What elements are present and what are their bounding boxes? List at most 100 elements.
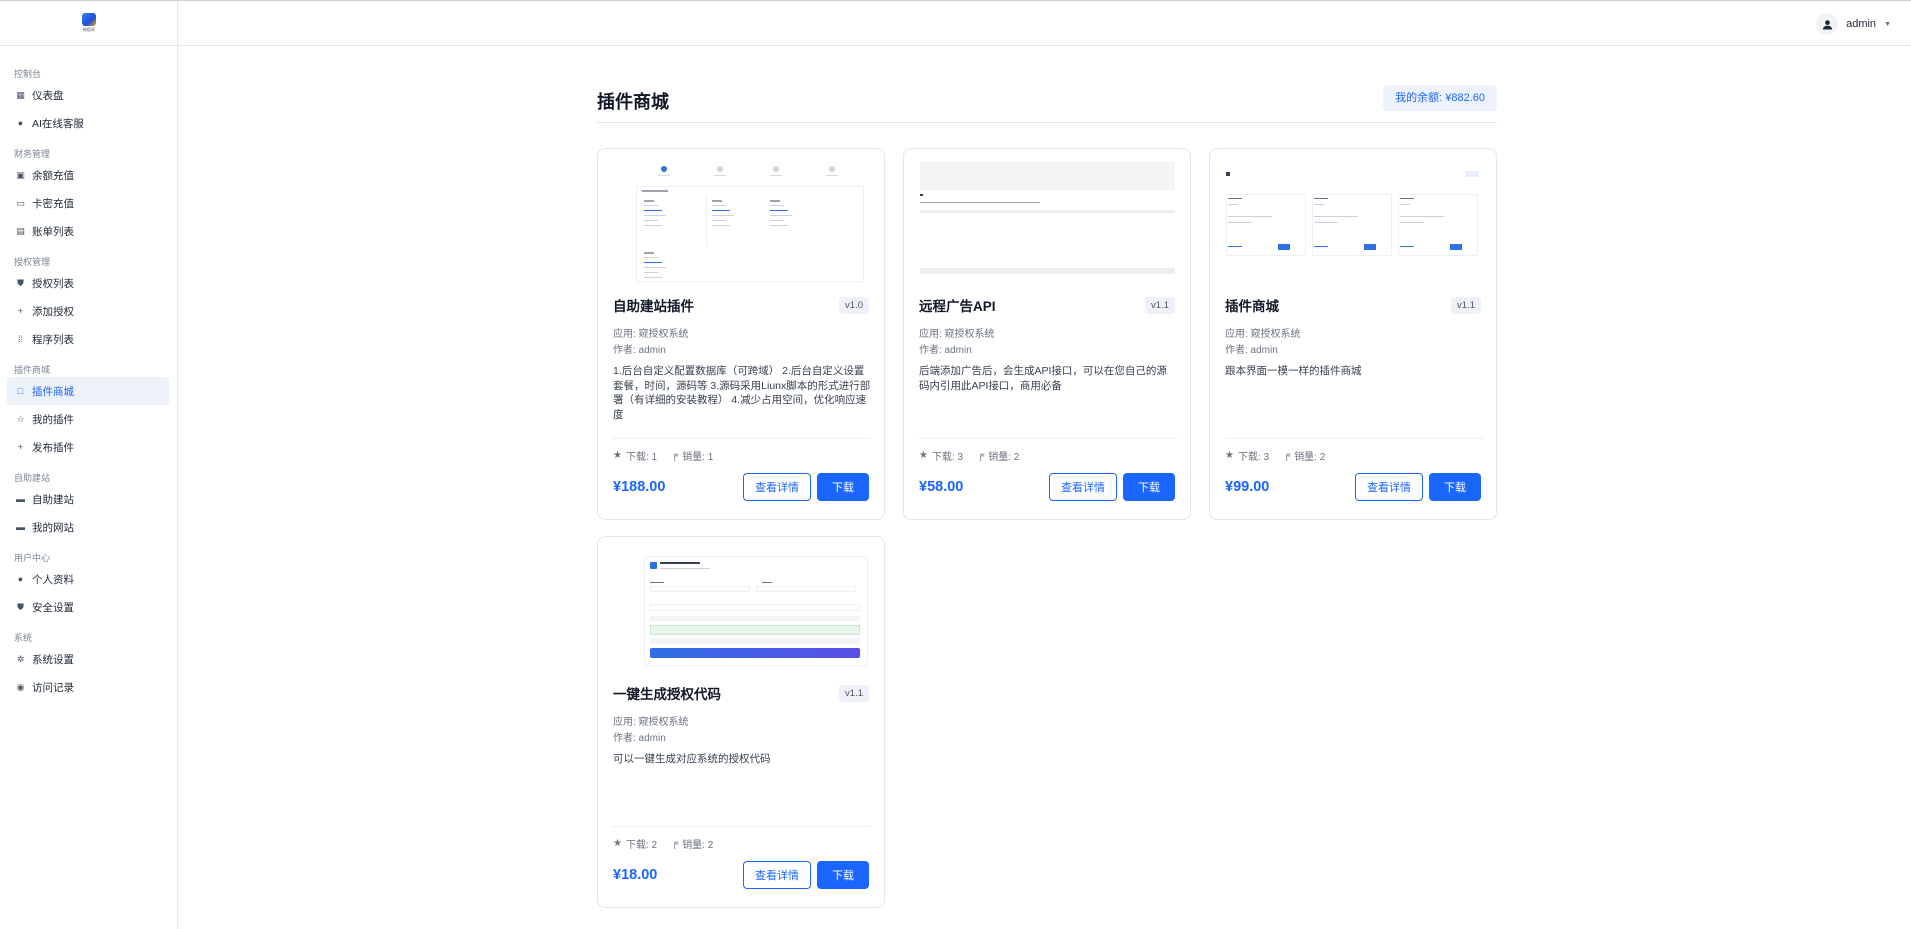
sidebar-item-label: 卡密充值: [32, 197, 74, 210]
download-button[interactable]: 下载: [817, 861, 869, 889]
plugin-app: 应用: 窥授权系统: [919, 329, 995, 340]
user-icon: ●: [17, 573, 24, 584]
eye-icon: ◉: [16, 681, 25, 692]
sidebar-item[interactable]: □ 插件商城: [7, 377, 169, 405]
downloads-count: 下载: 1: [625, 452, 658, 463]
folder-icon: ▬: [16, 521, 25, 532]
sidebar-item[interactable]: ▬ 我的网站: [7, 513, 169, 541]
sidebar-nav: 控制台 ▦ 仪表盘 ● AI在线客服 财务管理 ▣ 余额充值 ▭ 卡密充值 ▤ 账单列表 授权管理 ⛊ 授权…: [0, 46, 177, 701]
plugin-description: 后端添加广告后，会生成API接口，可以在您自己的源码内引用此API接口，商用必备: [919, 365, 1167, 392]
sidebar-item-label: 安全设置: [32, 601, 74, 614]
sidebar-item[interactable]: ◉ 访问记录: [7, 673, 169, 701]
nav-group-label: 用户中心: [14, 553, 51, 563]
sidebar-item[interactable]: ⁞⁞ 程序列表: [7, 325, 169, 353]
nav-group-label: 插件商城: [14, 365, 51, 375]
sidebar-item-label: 授权列表: [32, 277, 74, 290]
plugin-author: 作者: admin: [613, 345, 666, 356]
downloads-count: 下载: 3: [1237, 452, 1270, 463]
downloads-stat: ★ 下载: 3: [919, 448, 963, 463]
logo-text: 授权网: [82, 27, 95, 32]
sidebar-item[interactable]: ● 个人资料: [7, 565, 169, 593]
star-icon: ☆: [16, 413, 25, 424]
sales-stat: ╒ 销量: 1: [671, 448, 713, 463]
balance-badge: 我的余额: ¥882.60: [1383, 85, 1497, 111]
logo[interactable]: 授权网: [78, 12, 100, 34]
star-icon: ★: [1225, 450, 1234, 461]
sidebar-item-label: 仪表盘: [32, 89, 64, 102]
chart-icon: ╒: [671, 838, 679, 849]
plugin-name: 自助建站插件: [613, 299, 694, 314]
plugin-app: 应用: 窥授权系统: [613, 329, 689, 340]
plugin-name: 远程广告API: [919, 299, 996, 314]
plugin-price: ¥58.00: [919, 479, 964, 495]
plugin-card: 一键生成授权代码 v1.1 应用: 窥授权系统 作者: admin 可以一键生成对应系统…: [597, 536, 885, 908]
plugin-stats: ★ 下载: 1 ╒ 销量: 1: [613, 448, 727, 463]
top-header: admin ▼: [178, 1, 1911, 46]
plugin-description: 可以一键生成对应系统的授权代码: [613, 753, 771, 765]
sidebar-item[interactable]: ⛊ 安全设置: [7, 593, 169, 621]
view-details-button[interactable]: 查看详情: [743, 473, 811, 501]
plugin-author: 作者: admin: [1225, 345, 1278, 356]
card-icon: ▭: [16, 197, 25, 208]
plugin-price: ¥99.00: [1225, 479, 1270, 495]
plugin-author: 作者: admin: [613, 733, 666, 744]
sales-stat: ╒ 销量: 2: [977, 448, 1019, 463]
sidebar-item[interactable]: ▣ 余额充值: [7, 161, 169, 189]
plugin-app: 应用: 窥授权系统: [613, 717, 689, 728]
gear-icon: ✲: [16, 653, 25, 664]
sidebar-item-label: 访问记录: [32, 681, 74, 694]
download-button[interactable]: 下载: [817, 473, 869, 501]
sidebar-item[interactable]: ▤ 账单列表: [7, 217, 169, 245]
plugin-thumbnail: [614, 550, 869, 670]
sales-count: 销量: 2: [988, 452, 1020, 463]
avatar: [1816, 13, 1839, 35]
download-button[interactable]: 下载: [1429, 473, 1481, 501]
sidebar-item-label: AI在线客服: [32, 117, 84, 130]
sidebar-item[interactable]: ☆ 我的插件: [7, 405, 169, 433]
star-icon: ★: [613, 838, 622, 849]
sidebar: 授权网 控制台 ▦ 仪表盘 ● AI在线客服 财务管理 ▣ 余额充值 ▭ 卡密充值 ▤ 账单列表 授权管…: [0, 1, 178, 929]
version-badge: v1.1: [839, 685, 869, 702]
sales-count: 销量: 2: [682, 840, 714, 851]
main-content: 插件商城 我的余额: ¥882.60 自助建站插件 v1.0 应用: 窥授权系统 作者…: [597, 84, 1497, 908]
sidebar-item[interactable]: + 发布插件: [7, 433, 169, 461]
view-details-button[interactable]: 查看详情: [1049, 473, 1117, 501]
bag-icon: □: [17, 385, 24, 396]
view-details-button[interactable]: 查看详情: [1355, 473, 1423, 501]
chart-icon: ╒: [977, 450, 985, 461]
plugin-price: ¥18.00: [613, 867, 658, 883]
sales-count: 销量: 2: [1294, 452, 1326, 463]
page-header: 插件商城 我的余额: ¥882.60: [597, 84, 1497, 123]
sidebar-item-label: 我的网站: [32, 521, 74, 534]
sidebar-item-label: 添加授权: [32, 305, 74, 318]
sidebar-item-label: 个人资料: [32, 573, 74, 586]
plugin-stats: ★ 下载: 3 ╒ 销量: 2: [919, 448, 1033, 463]
downloads-stat: ★ 下载: 3: [1225, 448, 1269, 463]
sales-stat: ╒ 销量: 2: [671, 836, 713, 851]
sidebar-item-label: 自助建站: [32, 493, 74, 506]
robot-icon: ●: [17, 117, 24, 128]
user-menu[interactable]: admin ▼: [1816, 13, 1891, 35]
sidebar-item[interactable]: ▭ 卡密充值: [7, 189, 169, 217]
sales-count: 销量: 1: [682, 452, 714, 463]
nav-group-label: 控制台: [14, 69, 42, 79]
downloads-count: 下载: 2: [625, 840, 658, 851]
grid-icon: ⁞⁞: [17, 333, 23, 344]
sidebar-item[interactable]: + 添加授权: [7, 297, 169, 325]
version-badge: v1.1: [1145, 297, 1175, 314]
plugin-stats: ★ 下载: 3 ╒ 销量: 2: [1225, 448, 1339, 463]
sidebar-item[interactable]: ▬ 自助建站: [7, 485, 169, 513]
view-details-button[interactable]: 查看详情: [743, 861, 811, 889]
sidebar-item[interactable]: ● AI在线客服: [7, 109, 169, 137]
username: admin: [1846, 18, 1877, 30]
plugin-stats: ★ 下载: 2 ╒ 销量: 2: [613, 836, 727, 851]
sidebar-item-label: 插件商城: [32, 385, 74, 398]
sidebar-item[interactable]: ✲ 系统设置: [7, 645, 169, 673]
version-badge: v1.0: [839, 297, 869, 314]
logo-area: 授权网: [0, 1, 177, 46]
download-button[interactable]: 下载: [1123, 473, 1175, 501]
sidebar-item[interactable]: ⛊ 授权列表: [7, 269, 169, 297]
sidebar-item[interactable]: ▦ 仪表盘: [7, 81, 169, 109]
plugin-price: ¥188.00: [613, 479, 666, 495]
dashboard-icon: ▦: [16, 89, 25, 100]
